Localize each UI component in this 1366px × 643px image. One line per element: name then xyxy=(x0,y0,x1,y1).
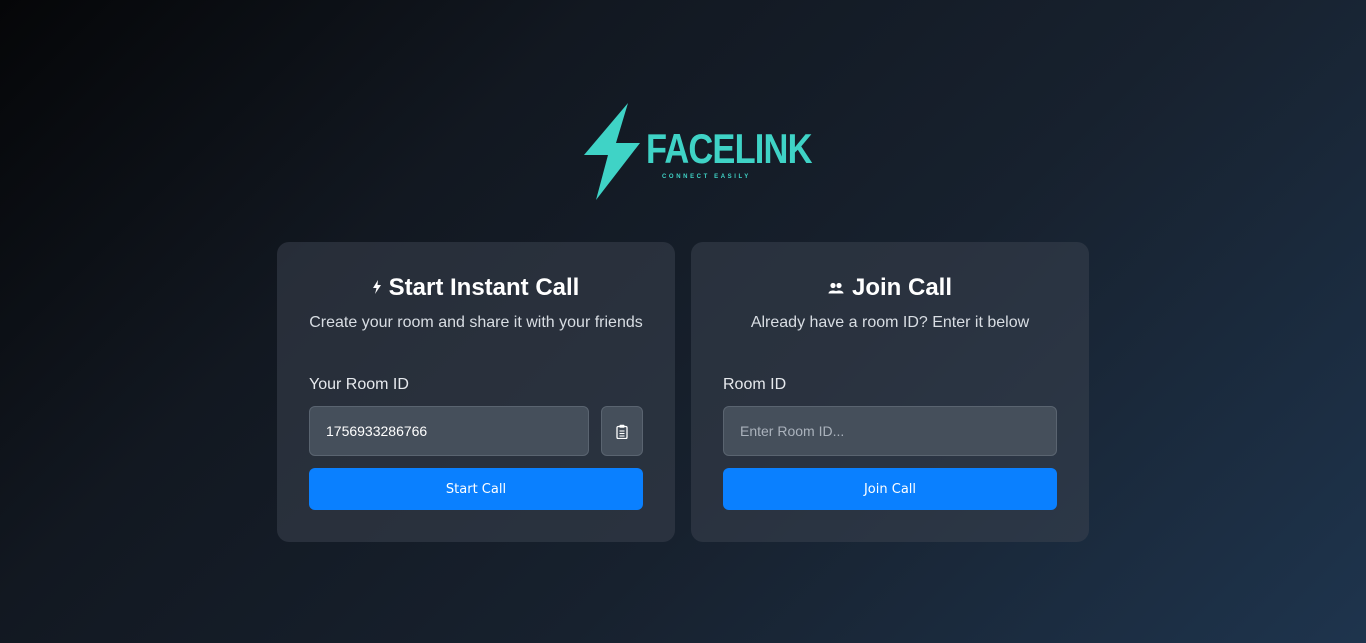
room-id-label: Room ID xyxy=(723,376,787,393)
room-id-input[interactable] xyxy=(723,406,1057,456)
join-call-button[interactable]: Join Call xyxy=(723,468,1057,510)
start-call-heading: Start Instant Call xyxy=(277,272,675,305)
join-call-heading: Join Call xyxy=(691,272,1089,305)
lightning-icon xyxy=(372,271,381,303)
brand-tagline: CONNECT EASILY xyxy=(662,174,751,180)
start-call-button[interactable]: Start Call xyxy=(309,468,643,510)
join-call-title: Join Call xyxy=(851,274,953,301)
your-room-id-input[interactable] xyxy=(309,406,589,456)
start-call-subtitle: Create your room and share it with your … xyxy=(309,314,643,331)
users-icon xyxy=(828,271,844,303)
brand-name: FACELINK xyxy=(646,125,812,172)
facelink-logo: FACELINK CONNECT EASILY xyxy=(580,103,812,201)
your-room-id-label: Your Room ID xyxy=(309,376,409,393)
copy-room-id-button[interactable] xyxy=(601,406,643,456)
clipboard-icon xyxy=(616,424,628,439)
start-call-title: Start Instant Call xyxy=(388,274,580,301)
lightning-bolt-icon xyxy=(584,103,640,200)
join-call-card: Join Call Already have a room ID? Enter … xyxy=(691,242,1089,542)
join-call-subtitle: Already have a room ID? Enter it below xyxy=(750,314,1030,331)
start-call-card: Start Instant Call Create your room and … xyxy=(277,242,675,542)
